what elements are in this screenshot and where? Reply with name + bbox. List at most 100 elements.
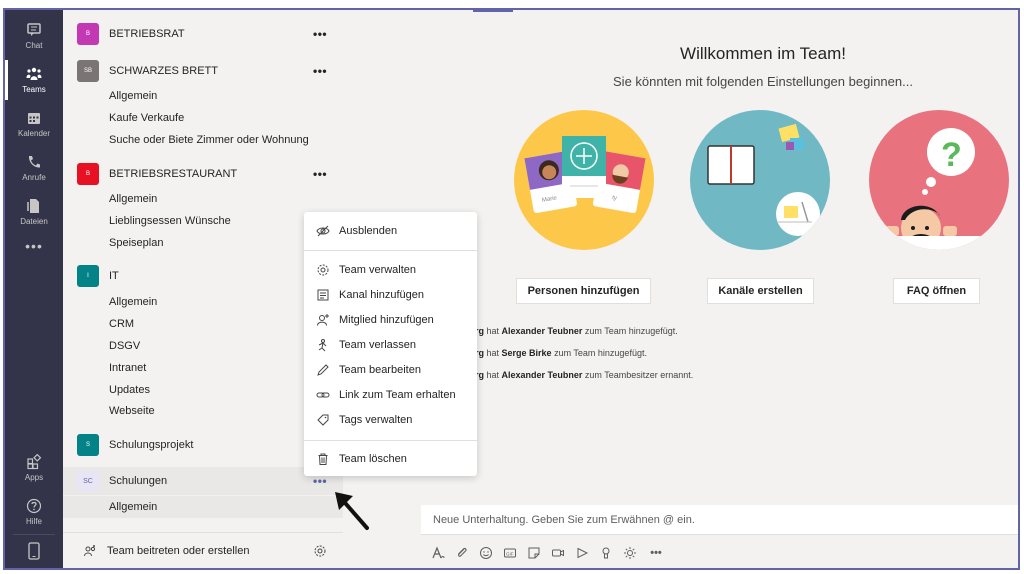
team-name: Schulungen <box>109 475 168 487</box>
stream-icon[interactable] <box>575 546 589 560</box>
compose-message-input[interactable]: Neue Unterhaltung. Geben Sie zum Erwähne… <box>421 505 1018 535</box>
more-options-button[interactable]: ••• <box>647 546 665 560</box>
channel-item[interactable]: Updates <box>109 380 150 400</box>
menu-item-label: Team bearbeiten <box>339 364 421 376</box>
channel-item[interactable]: Lieblingsessen Wünsche <box>109 211 231 231</box>
channel-item[interactable]: Allgemein <box>109 292 157 312</box>
team-schulungen[interactable]: SC Schulungen ••• <box>63 467 343 495</box>
team-more-button[interactable]: ••• <box>313 64 327 78</box>
menu-divider <box>304 440 477 441</box>
join-label: Team beitreten oder erstellen <box>107 544 250 557</box>
app-rail: Chat Teams Kalender Anrufe Dateien ••• A… <box>5 10 63 568</box>
phone-icon <box>28 156 40 168</box>
praise-icon[interactable] <box>599 546 613 560</box>
channel-item[interactable]: CRM <box>109 314 134 334</box>
activity-line: erg hat Serge Birke zum Team hinzugefügt… <box>470 348 647 358</box>
trash-icon <box>316 452 330 466</box>
teams-window: Chat Teams Kalender Anrufe Dateien ••• A… <box>3 8 1020 570</box>
rail-calls[interactable]: Anrufe <box>5 146 63 190</box>
team-avatar: I <box>77 265 99 287</box>
team-more-button[interactable]: ••• <box>313 474 327 488</box>
rail-chat[interactable]: Chat <box>5 14 63 58</box>
create-channels-illustration <box>690 110 830 250</box>
add-people-button[interactable]: Personen hinzufügen <box>516 278 651 304</box>
person-name: Alexander Teubner <box>501 326 583 336</box>
channel-item[interactable]: Speiseplan <box>109 233 163 253</box>
hide-icon <box>316 224 330 238</box>
team-name: IT <box>109 270 119 282</box>
menu-item-get-link[interactable]: Link zum Team erhalten <box>304 383 477 407</box>
rail-help[interactable]: Hilfe <box>5 490 63 534</box>
open-faq-button[interactable]: FAQ öffnen <box>893 278 980 304</box>
file-icon <box>27 199 39 213</box>
team-schulungsprojekt[interactable]: S Schulungsprojekt <box>63 431 343 459</box>
create-channels-button[interactable]: Kanäle erstellen <box>707 278 814 304</box>
team-more-button[interactable]: ••• <box>313 167 327 181</box>
svg-text:?: ? <box>941 136 962 174</box>
rail-calendar[interactable]: Kalender <box>5 102 63 146</box>
teams-icon <box>26 67 42 80</box>
team-name: BETRIEBSRAT <box>109 28 185 40</box>
menu-item-hide[interactable]: Ausblenden <box>304 219 477 243</box>
sticker-icon[interactable] <box>527 546 541 560</box>
format-icon[interactable] <box>431 546 445 560</box>
team-schwarzes-brett[interactable]: SB SCHWARZES BRETT ••• <box>63 57 343 85</box>
menu-item-delete-team[interactable]: Team löschen <box>304 447 477 471</box>
person-add-icon <box>316 313 330 327</box>
brightness-icon[interactable] <box>623 546 637 560</box>
team-context-menu: Ausblenden Team verwalten Kanal hinzufüg… <box>304 212 477 476</box>
gif-icon[interactable]: GIF <box>503 546 517 560</box>
team-betriebsrat[interactable]: B BETRIEBSRAT ••• <box>63 20 343 48</box>
page-title: Willkommen im Team! <box>680 44 846 63</box>
rail-label: Dateien <box>20 217 48 226</box>
link-icon <box>316 388 330 402</box>
rail-label: Anrufe <box>22 173 46 182</box>
team-name: BETRIEBSRESTAURANT <box>109 168 238 180</box>
menu-item-label: Team verwalten <box>339 264 417 276</box>
person-name: Alexander Teubner <box>501 370 583 380</box>
channel-item-active[interactable]: Allgemein <box>109 497 157 517</box>
channel-item[interactable]: Suche oder Biete Zimmer oder Wohnung <box>109 130 309 150</box>
rail-label: Chat <box>25 41 43 50</box>
channel-item[interactable]: Intranet <box>109 358 146 378</box>
team-it[interactable]: I IT <box>63 262 343 290</box>
channel-item[interactable]: Kaufe Verkaufe <box>109 108 184 128</box>
people-add-icon <box>84 544 96 556</box>
menu-divider <box>304 250 477 251</box>
menu-item-add-channel[interactable]: Kanal hinzufügen <box>304 283 477 307</box>
emoji-icon[interactable] <box>479 546 493 560</box>
channel-item[interactable]: DSGV <box>109 336 140 356</box>
menu-item-label: Ausblenden <box>339 225 398 237</box>
team-avatar: B <box>77 163 99 185</box>
menu-item-edit-team[interactable]: Team bearbeiten <box>304 358 477 382</box>
menu-item-manage-tags[interactable]: Tags verwalten <box>304 408 477 432</box>
menu-item-manage-team[interactable]: Team verwalten <box>304 258 477 282</box>
rail-apps[interactable]: Apps <box>5 446 63 490</box>
channel-item[interactable]: Webseite <box>109 401 155 421</box>
menu-item-add-member[interactable]: Mitglied hinzufügen <box>304 308 477 332</box>
team-more-button[interactable]: ••• <box>313 27 327 41</box>
activity-line: erg hat Alexander Teubner zum Team hinzu… <box>470 326 678 336</box>
channel-item[interactable]: Allgemein <box>109 86 157 106</box>
attach-icon[interactable] <box>455 546 469 560</box>
pencil-icon <box>316 363 330 377</box>
device-button[interactable] <box>13 534 55 566</box>
faq-illustration: ? <box>869 110 1009 250</box>
rail-more-button[interactable]: ••• <box>5 238 63 254</box>
menu-item-label: Link zum Team erhalten <box>339 389 456 401</box>
team-betriebsrestaurant[interactable]: B BETRIEBSRESTAURANT ••• <box>63 160 343 188</box>
chat-icon <box>27 23 41 36</box>
activity-connector: hat <box>484 370 502 380</box>
menu-item-leave-team[interactable]: Team verlassen <box>304 333 477 357</box>
channel-item[interactable]: Allgemein <box>109 189 157 209</box>
calendar-icon <box>28 113 40 124</box>
meet-now-icon[interactable] <box>551 546 565 560</box>
rail-files[interactable]: Dateien <box>5 190 63 234</box>
teams-list: B BETRIEBSRAT ••• SB SCHWARZES BRETT •••… <box>63 10 343 568</box>
rail-teams[interactable]: Teams <box>5 58 63 102</box>
join-or-create-team[interactable]: Team beitreten oder erstellen <box>63 532 343 568</box>
gear-icon[interactable] <box>313 544 327 558</box>
rail-label: Teams <box>22 85 46 94</box>
team-name: Schulungsprojekt <box>109 439 194 451</box>
menu-item-label: Mitglied hinzufügen <box>339 314 434 326</box>
